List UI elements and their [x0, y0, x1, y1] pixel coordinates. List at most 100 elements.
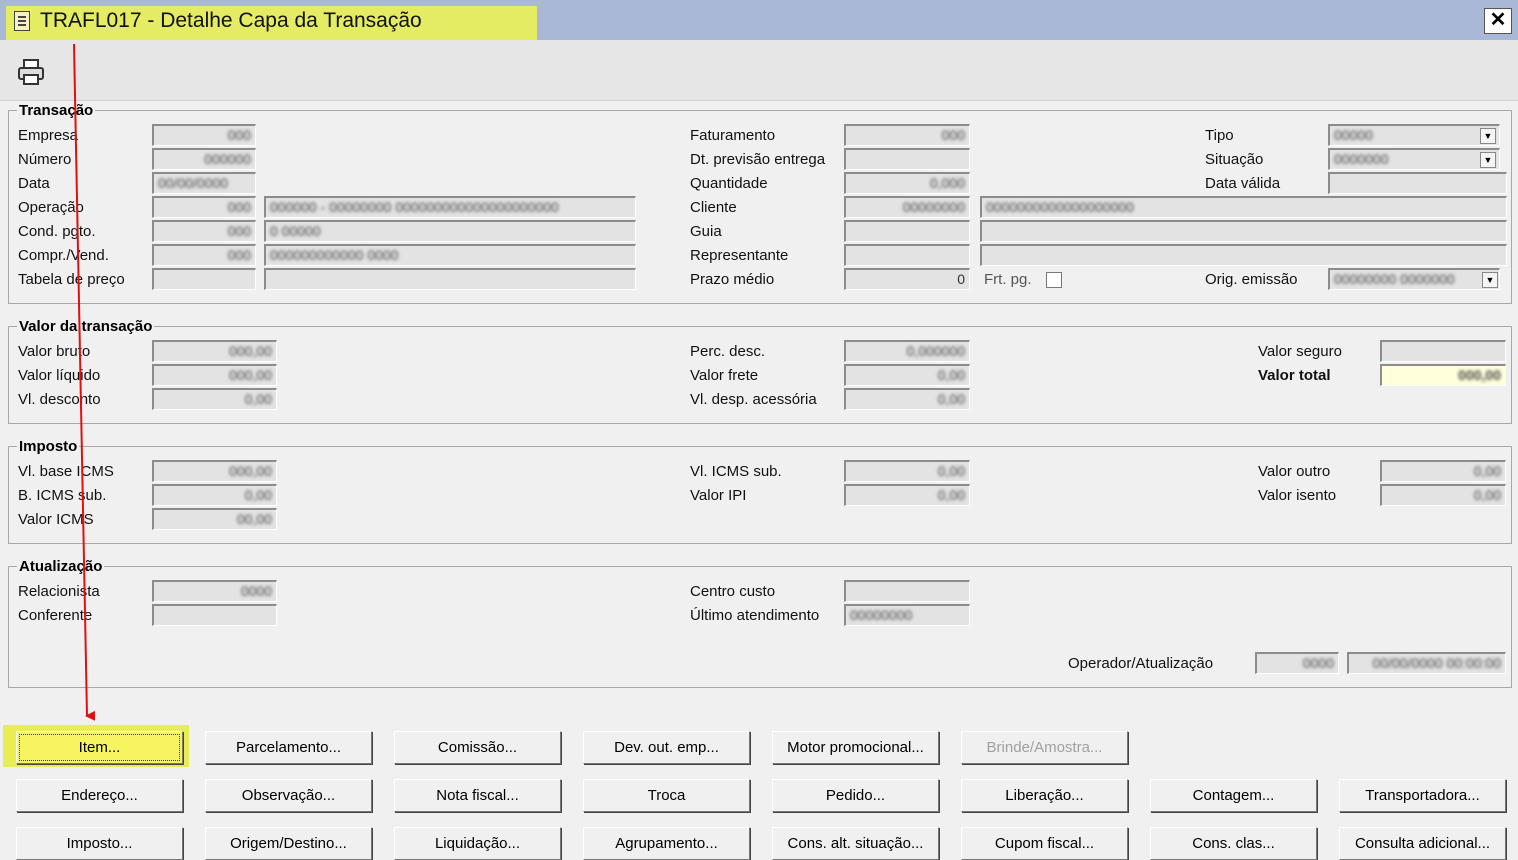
empresa-label: Empresa — [18, 127, 79, 144]
motor-promocional-button[interactable]: Motor promocional... — [772, 731, 939, 764]
vl-icms-sub-field[interactable]: 0,00 — [844, 460, 970, 482]
vl-desp-field[interactable]: 0,00 — [844, 388, 970, 410]
prazo-medio-field[interactable]: 0 — [844, 268, 970, 290]
dt-previsao-field[interactable] — [844, 148, 970, 170]
operacao-label: Operação — [18, 199, 84, 216]
liberacao-button[interactable]: Liberação... — [961, 779, 1128, 812]
cons-alt-situacao-button[interactable]: Cons. alt. situação... — [772, 827, 939, 860]
compr-vend-code: 000 — [227, 247, 251, 263]
empresa-field[interactable]: 000 — [152, 124, 256, 146]
endereco-button[interactable]: Endereço... — [16, 779, 183, 812]
perc-desc-value: 0,000000 — [906, 343, 965, 359]
valor-liquido-label: Valor líquido — [18, 367, 101, 384]
cons-clas-button[interactable]: Cons. clas... — [1150, 827, 1317, 860]
agrupamento-button[interactable]: Agrupamento... — [583, 827, 750, 860]
consulta-adicional-button[interactable]: Consulta adicional... — [1339, 827, 1506, 860]
vl-desconto-field[interactable]: 0,00 — [152, 388, 277, 410]
operacao-code-field[interactable]: 000 — [152, 196, 256, 218]
dev-out-emp-button[interactable]: Dev. out. emp... — [583, 731, 750, 764]
cupom-fiscal-button[interactable]: Cupom fiscal... — [961, 827, 1128, 860]
valor-total-field[interactable]: 000,00 — [1380, 364, 1506, 386]
valor-isento-field[interactable]: 0,00 — [1380, 484, 1506, 506]
orig-emissao-dropdown-icon[interactable]: ▼ — [1482, 272, 1498, 288]
compr-vend-code-field[interactable]: 000 — [152, 244, 256, 266]
valor-liquido-field[interactable]: 000,00 — [152, 364, 277, 386]
valor-frete-label: Valor frete — [690, 367, 759, 384]
valor-total-label: Valor total — [1258, 367, 1331, 384]
data-valida-field[interactable] — [1328, 172, 1507, 194]
cond-pgto-code: 000 — [227, 223, 251, 239]
cond-pgto-code-field[interactable]: 000 — [152, 220, 256, 242]
cond-pgto-desc-field: 0 00000 — [264, 220, 636, 242]
numero-field[interactable]: 000000 — [152, 148, 256, 170]
operador-code-field[interactable]: 0000 — [1255, 652, 1339, 674]
data-field[interactable]: 00/00/0000 — [152, 172, 256, 194]
operacao-desc-field: 000000 - 00000000 000000000000000000000 — [264, 196, 636, 218]
valor-bruto-field[interactable]: 000,00 — [152, 340, 277, 362]
valor-icms-value: 00,00 — [236, 511, 272, 527]
comissao-button[interactable]: Comissão... — [394, 731, 561, 764]
imposto-button[interactable]: Imposto... — [16, 827, 183, 860]
conferente-field[interactable] — [152, 604, 277, 626]
representante-label: Representante — [690, 247, 789, 264]
guia-label: Guia — [690, 223, 722, 240]
vl-base-icms-label: Vl. base ICMS — [18, 463, 114, 480]
data-value: 00/00/0000 — [158, 175, 229, 191]
situacao-value: 0000000 — [1334, 151, 1389, 167]
guia-field[interactable] — [844, 220, 970, 242]
valor-legend: Valor da transação — [19, 318, 153, 335]
origem-destino-button[interactable]: Origem/Destino... — [205, 827, 372, 860]
toolbar — [0, 40, 1518, 101]
relacionista-field[interactable]: 0000 — [152, 580, 277, 602]
printer-icon[interactable] — [16, 58, 46, 86]
centro-custo-field[interactable] — [844, 580, 970, 602]
situacao-select[interactable]: 0000000 — [1328, 148, 1500, 170]
representante-field[interactable] — [844, 244, 970, 266]
b-icms-sub-field[interactable]: 0,00 — [152, 484, 277, 506]
cliente-name-field: 0000000000000000000 — [980, 196, 1507, 218]
compr-vend-desc: 000000000000 0000 — [270, 247, 399, 263]
operador-datetime-field[interactable]: 00/00/0000 00:00:00 — [1347, 652, 1506, 674]
valor-outro-field[interactable]: 0,00 — [1380, 460, 1506, 482]
valor-frete-field[interactable]: 0,00 — [844, 364, 970, 386]
faturamento-value: 000 — [941, 127, 965, 143]
cliente-name: 0000000000000000000 — [986, 199, 1134, 215]
nota-fiscal-button[interactable]: Nota fiscal... — [394, 779, 561, 812]
quantidade-field[interactable]: 0,000 — [844, 172, 970, 194]
pedido-button[interactable]: Pedido... — [772, 779, 939, 812]
orig-emissao-label: Orig. emissão — [1205, 271, 1298, 288]
tabela-preco-field[interactable] — [152, 268, 256, 290]
valor-isento-value: 0,00 — [1473, 487, 1501, 503]
transportadora-button[interactable]: Transportadora... — [1339, 779, 1506, 812]
vl-base-icms-field[interactable]: 000,00 — [152, 460, 277, 482]
vl-desconto-value: 0,00 — [244, 391, 272, 407]
troca-button[interactable]: Troca — [583, 779, 750, 812]
perc-desc-field[interactable]: 0,000000 — [844, 340, 970, 362]
close-button[interactable]: ✕ — [1484, 8, 1512, 34]
valor-icms-field[interactable]: 00,00 — [152, 508, 277, 530]
frt-pg-checkbox[interactable] — [1046, 272, 1062, 288]
brinde-amostra-button[interactable]: Brinde/Amostra... — [961, 731, 1128, 764]
valor-seguro-field[interactable] — [1380, 340, 1506, 362]
relacionista-value: 0000 — [240, 583, 272, 599]
tipo-dropdown-icon[interactable]: ▼ — [1480, 128, 1496, 144]
ultimo-atendimento-field[interactable]: 00000000 — [844, 604, 970, 626]
vl-base-icms-value: 000,00 — [229, 463, 272, 479]
valor-ipi-field[interactable]: 0,00 — [844, 484, 970, 506]
liquidacao-button[interactable]: Liquidação... — [394, 827, 561, 860]
faturamento-field[interactable]: 000 — [844, 124, 970, 146]
contagem-button[interactable]: Contagem... — [1150, 779, 1317, 812]
situacao-dropdown-icon[interactable]: ▼ — [1480, 152, 1496, 168]
compr-vend-desc-field: 000000000000 0000 — [264, 244, 636, 266]
cliente-code-field[interactable]: 00000000 — [844, 196, 970, 218]
data-valida-label: Data válida — [1205, 175, 1281, 192]
tabela-preco-label: Tabela de preço — [18, 271, 125, 288]
parcelamento-button[interactable]: Parcelamento... — [205, 731, 372, 764]
numero-label: Número — [18, 151, 72, 168]
orig-emissao-select[interactable]: 00000000 0000000 — [1328, 268, 1500, 290]
item-button[interactable]: Item... — [16, 731, 183, 764]
valor-liquido-value: 000,00 — [229, 367, 272, 383]
tipo-select[interactable]: 00000 — [1328, 124, 1500, 146]
observacao-button[interactable]: Observação... — [205, 779, 372, 812]
conferente-label: Conferente — [18, 607, 93, 624]
